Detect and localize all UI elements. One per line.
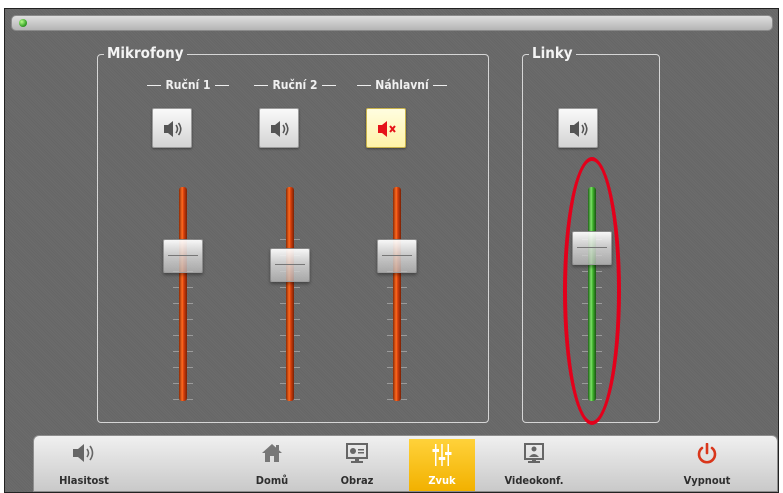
scale-tick [270, 287, 310, 288]
scale-tick [270, 319, 310, 320]
nav-videoconf[interactable]: Videokonf. [500, 439, 568, 491]
status-led-icon [19, 19, 27, 27]
mute-button-rucni-2[interactable] [259, 108, 299, 148]
nav-image-label: Obraz [340, 474, 374, 487]
scale-tick [377, 399, 417, 400]
mute-button-nahlavni[interactable] [366, 108, 406, 148]
scale-tick [163, 335, 203, 336]
scale-tick [163, 399, 203, 400]
highlight-ellipse [563, 157, 621, 425]
fader-knob-nahlavni[interactable] [377, 239, 417, 273]
nav-power[interactable]: Vypnout [675, 439, 739, 491]
power-icon [697, 443, 717, 464]
scale-tick [270, 239, 310, 240]
nav-home[interactable]: Domů [247, 439, 297, 491]
scale-tick [163, 367, 203, 368]
home-icon [262, 444, 282, 462]
channel-label-rucni-1: Ruční 1 [143, 78, 233, 92]
scale-tick [377, 287, 417, 288]
nav-image[interactable]: Obraz [332, 439, 382, 491]
scale-tick [270, 367, 310, 368]
scale-tick [377, 367, 417, 368]
scale-tick [377, 319, 417, 320]
speaker-icon [271, 121, 289, 137]
speaker-muted-icon [378, 121, 396, 137]
scale-tick [270, 303, 310, 304]
scale-tick [163, 287, 203, 288]
scale-tick [163, 303, 203, 304]
scale-tick [163, 319, 203, 320]
nav-volume[interactable]: Hlasitost [54, 439, 114, 491]
nav-home-label: Domů [255, 474, 289, 487]
mute-button-rucni-1[interactable] [152, 108, 192, 148]
nav-videoconf-label: Videokonf. [504, 474, 564, 487]
bottom-navigation-bar: Hlasitost Domů Obraz Zvuk Videokonf. Vyp… [33, 435, 778, 492]
top-status-bar [11, 15, 773, 31]
speaker-icon [164, 121, 182, 137]
nav-volume-label: Hlasitost [59, 474, 109, 487]
channel-label-nahlavni: Náhlavní [357, 78, 447, 92]
fader-knob-rucni-2[interactable] [270, 248, 310, 282]
scale-tick [270, 335, 310, 336]
nav-power-label: Vypnout [683, 474, 731, 487]
scale-tick [377, 303, 417, 304]
display-icon [346, 443, 368, 463]
scale-tick [163, 383, 203, 384]
scale-tick [377, 351, 417, 352]
lines-group-title: Linky [529, 44, 576, 62]
scale-tick [377, 335, 417, 336]
scale-tick [270, 383, 310, 384]
channel-label-rucni-2: Ruční 2 [250, 78, 340, 92]
microphones-group-title: Mikrofony [104, 44, 187, 62]
nav-sound[interactable]: Zvuk [409, 439, 475, 491]
mixer-icon [432, 444, 452, 466]
control-panel-screen: Mikrofony Ruční 1 Ruční 2 Náhlavní Linky… [4, 8, 779, 493]
scale-tick [270, 351, 310, 352]
scale-tick [270, 399, 310, 400]
videoconference-icon [524, 443, 544, 463]
fader-knob-rucni-1[interactable] [163, 239, 203, 273]
speaker-icon [570, 121, 588, 137]
mute-button-line[interactable] [558, 108, 598, 148]
scale-tick [163, 351, 203, 352]
speaker-icon [73, 444, 94, 462]
scale-tick [377, 383, 417, 384]
nav-sound-label: Zvuk [428, 474, 456, 487]
